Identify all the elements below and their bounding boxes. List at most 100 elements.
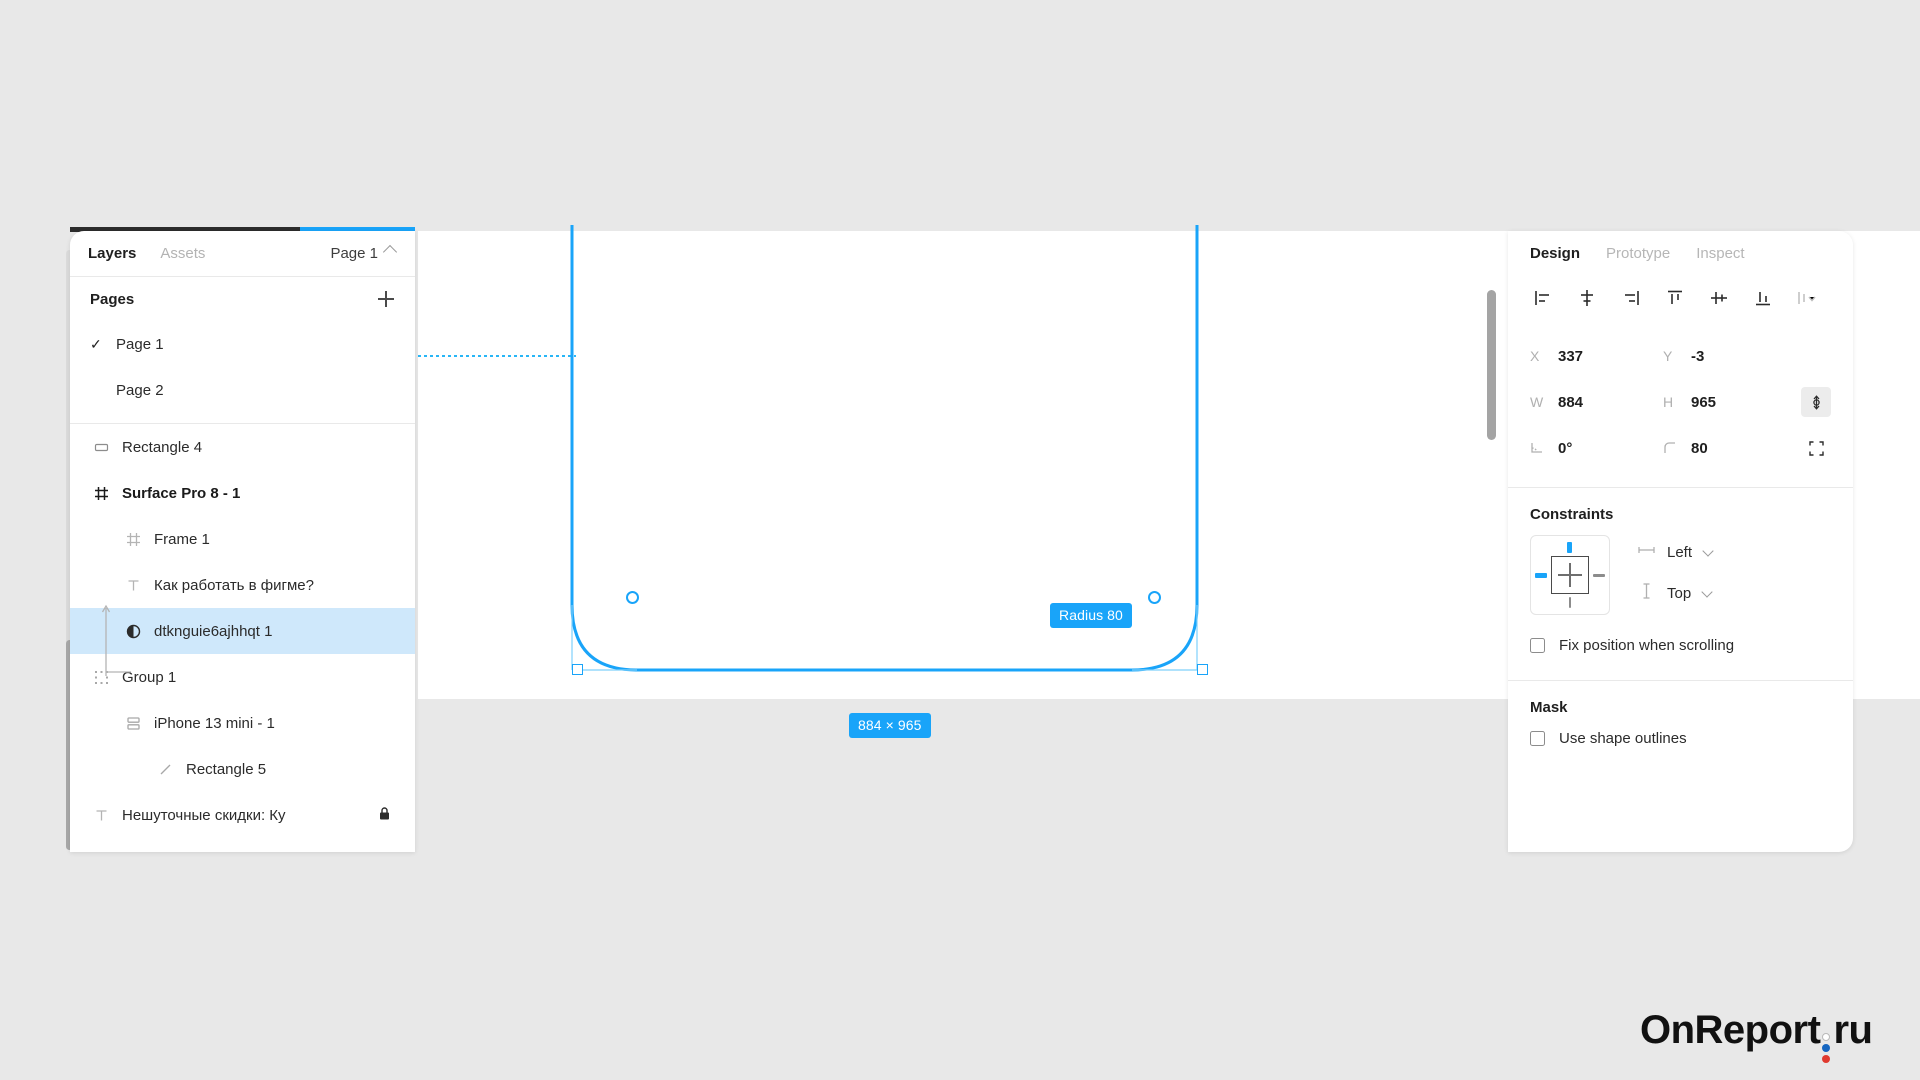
layer-label: iPhone 13 mini - 1 [154, 714, 275, 732]
tab-design[interactable]: Design [1530, 245, 1580, 262]
vertical-constraint-icon [1638, 583, 1655, 603]
h-label: H [1663, 394, 1674, 410]
tab-inspect[interactable]: Inspect [1696, 245, 1744, 262]
app-root: Radius 80 884 × 965 Layers Assets Page 1… [0, 0, 1920, 1080]
use-shape-outlines-checkbox[interactable] [1530, 731, 1545, 746]
layer-row-surface-pro-8-1[interactable]: Surface Pro 8 - 1 [70, 470, 415, 516]
align-top-icon[interactable] [1662, 285, 1688, 311]
corner-radius-value: 80 [1691, 439, 1708, 457]
layer-label: dtknguie6ajhhqt 1 [154, 622, 273, 640]
fix-position-row[interactable]: Fix position when scrolling [1508, 615, 1853, 654]
logo-dot-red [1822, 1055, 1831, 1063]
layer-row-rectangle-5[interactable]: Rectangle 5 [70, 746, 415, 792]
plus-icon[interactable] [377, 290, 395, 308]
canvas-scrollbar-thumb[interactable] [1487, 290, 1496, 440]
constraint-mark-right[interactable] [1593, 574, 1605, 577]
layer-row-dtknguie6ajhhqt-1[interactable]: dtknguie6ajhhqt 1 [70, 608, 415, 654]
h-value: 965 [1691, 393, 1717, 411]
layer-label: Как работать в фигме? [154, 576, 314, 594]
layer-label: Rectangle 4 [122, 438, 203, 456]
pages-header: Pages [70, 277, 415, 321]
page-label: Page 1 [116, 335, 164, 353]
constraint-mark-bottom[interactable] [1568, 597, 1571, 608]
constraint-selects: Left Top [1638, 535, 1714, 603]
y-value: -3 [1691, 347, 1705, 365]
independent-corners-icon[interactable] [1801, 433, 1831, 463]
design-panel-tabs: Design Prototype Inspect [1508, 231, 1853, 275]
layer-row-group-1[interactable]: Group 1 [70, 654, 415, 700]
text-icon [90, 808, 112, 823]
w-value: 884 [1558, 393, 1584, 411]
layer-row-neshutochnye-skidki[interactable]: Нешуточные скидки: Ку [70, 792, 415, 838]
canvas-below-artboard [418, 699, 1508, 854]
tab-assets[interactable]: Assets [160, 245, 205, 262]
distribute-menu-icon[interactable] [1794, 285, 1820, 311]
align-right-icon[interactable] [1618, 285, 1644, 311]
tab-prototype[interactable]: Prototype [1606, 245, 1670, 262]
size-badge: 884 × 965 [849, 713, 931, 738]
frame-icon [90, 486, 112, 501]
transform-properties: X 337 Y -3 W 884 H 965 0° 80 [1508, 321, 1853, 479]
x-value: 337 [1558, 347, 1584, 365]
rotation-field[interactable]: 0° [1530, 440, 1663, 457]
w-label: W [1530, 394, 1544, 410]
mask-title: Mask [1530, 699, 1568, 716]
page-selector-label: Page 1 [330, 245, 378, 262]
chevron-down-icon [1702, 544, 1714, 557]
use-shape-outlines-row[interactable]: Use shape outlines [1508, 722, 1853, 747]
constrain-proportions-icon[interactable] [1801, 387, 1831, 417]
layer-row-rectangle-4[interactable]: Rectangle 4 [70, 424, 415, 470]
x-field[interactable]: X 337 [1530, 348, 1663, 365]
align-horizontal-center-icon[interactable] [1574, 285, 1600, 311]
page-row-2[interactable]: Page 2 [70, 367, 415, 413]
line-icon [154, 762, 176, 777]
vertical-constraint-label: Top [1667, 584, 1692, 602]
page-selector[interactable]: Page 1 [330, 244, 398, 262]
x-label: X [1530, 348, 1540, 364]
lock-icon[interactable] [378, 806, 391, 825]
y-field[interactable]: Y -3 [1663, 348, 1796, 365]
rotation-icon [1530, 441, 1558, 455]
width-field[interactable]: W 884 [1530, 394, 1663, 411]
onreport-logo: OnReport ru [1640, 1008, 1873, 1065]
radius-badge: Radius 80 [1050, 603, 1132, 628]
fix-position-label: Fix position when scrolling [1559, 637, 1735, 654]
layer-label: Group 1 [122, 668, 177, 686]
align-left-icon[interactable] [1530, 285, 1556, 311]
layer-row-frame-1[interactable]: Frame 1 [70, 516, 415, 562]
fix-position-checkbox[interactable] [1530, 638, 1545, 653]
logo-dot-blue [1822, 1044, 1831, 1052]
layer-label: Surface Pro 8 - 1 [122, 484, 241, 502]
constraint-plus-horizontal [1558, 574, 1582, 576]
layer-label: Rectangle 5 [186, 760, 267, 778]
alignment-toolbar [1508, 275, 1853, 321]
image-icon [122, 624, 144, 639]
chevron-down-icon [1701, 585, 1713, 598]
logo-text-secondary: ru [1833, 1008, 1873, 1052]
horizontal-constraint-select[interactable]: Left [1638, 543, 1714, 561]
vertical-constraint-select[interactable]: Top [1638, 583, 1713, 603]
rectangle-icon [90, 440, 112, 455]
layer-row-kak-rabotat-v-figme[interactable]: Как работать в фигме? [70, 562, 415, 608]
layers-panel: Layers Assets Page 1 Pages ✓ Page 1 Page… [70, 231, 415, 852]
wh-row: W 884 H 965 [1530, 379, 1831, 425]
layer-row-iphone-13-mini-1[interactable]: iPhone 13 mini - 1 [70, 700, 415, 746]
constraint-mark-top[interactable] [1567, 542, 1572, 553]
rotation-value: 0° [1558, 439, 1573, 457]
alignment-guide [418, 355, 576, 357]
align-vertical-center-icon[interactable] [1706, 285, 1732, 311]
page-row-1[interactable]: ✓ Page 1 [70, 321, 415, 367]
constraint-widget[interactable] [1530, 535, 1610, 615]
corner-radius-field[interactable]: 80 [1663, 440, 1796, 457]
use-shape-outlines-label: Use shape outlines [1559, 730, 1687, 747]
chevron-up-icon [382, 244, 398, 260]
logo-dots-icon [1822, 1033, 1831, 1063]
design-panel: Design Prototype Inspect X 337 Y -3 W 88… [1508, 231, 1853, 852]
align-bottom-icon[interactable] [1750, 285, 1776, 311]
height-field[interactable]: H 965 [1663, 394, 1796, 411]
constraints-body: Left Top [1508, 529, 1853, 615]
check-icon: ✓ [90, 335, 102, 352]
tab-layers[interactable]: Layers [88, 245, 136, 262]
group-icon [90, 670, 112, 685]
constraint-mark-left[interactable] [1535, 572, 1547, 578]
